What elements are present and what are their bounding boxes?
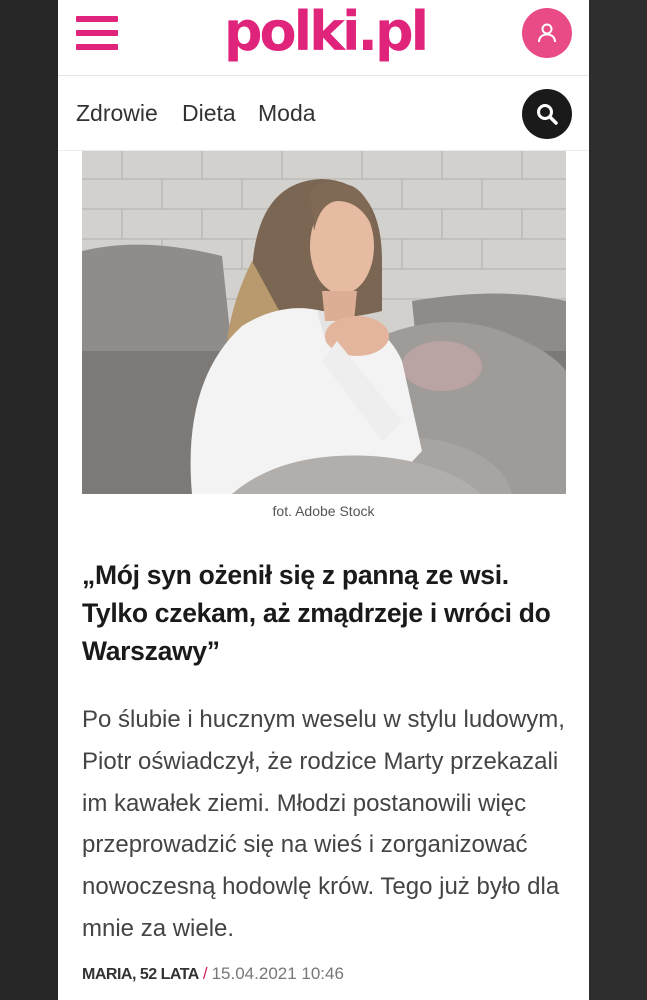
user-icon — [538, 23, 556, 43]
meta-separator: / — [202, 964, 208, 983]
article-meta: MARIA, 52 LATA/15.04.2021 10:46 — [82, 962, 572, 987]
nav-item-zdrowie[interactable]: Zdrowie — [76, 100, 158, 127]
left-background — [0, 0, 58, 1000]
right-background — [589, 0, 647, 1000]
nav-item-moda[interactable]: Moda — [258, 100, 316, 127]
site-logo[interactable]: polki.pl — [220, 0, 430, 68]
article-title[interactable]: „Mój syn ożenił się z panną ze wsi. Tylk… — [82, 556, 572, 670]
header: polki.pl — [58, 0, 589, 76]
article-lead: Po ślubie i hucznym weselu w stylu ludow… — [82, 706, 565, 942]
hamburger-icon[interactable] — [76, 14, 118, 52]
search-button[interactable] — [522, 89, 572, 139]
article-date: 15.04.2021 10:46 — [211, 964, 344, 983]
nav-item-dieta[interactable]: Dieta — [182, 100, 236, 127]
photo-caption: fot. Adobe Stock — [272, 503, 375, 519]
article-author: MARIA, 52 LATA — [82, 966, 199, 983]
user-account-button[interactable] — [522, 8, 572, 58]
page: polki.pl Zdrowie Dieta Moda fot. Adobe S… — [58, 0, 589, 1000]
search-icon — [537, 104, 558, 125]
category-nav: Zdrowie Dieta Moda — [58, 76, 589, 151]
article-photo — [82, 151, 566, 494]
